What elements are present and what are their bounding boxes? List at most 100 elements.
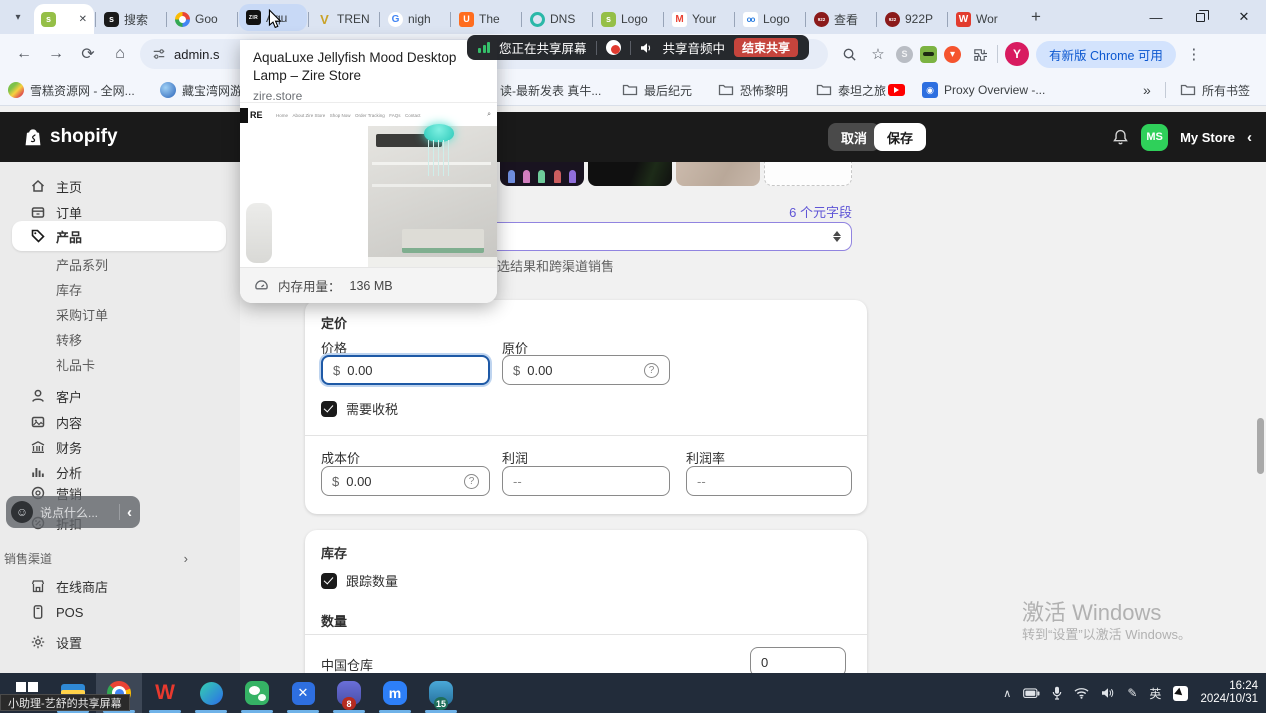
battery-icon[interactable] — [1023, 688, 1040, 699]
sidebar-item-customers[interactable]: 客户 — [0, 383, 240, 409]
touch-keyboard-icon[interactable] — [1173, 686, 1188, 701]
bookmarks-overflow-chevron[interactable]: » — [1143, 80, 1151, 100]
sidebar-item-inventory[interactable]: 库存 — [0, 276, 240, 302]
ime-indicator[interactable]: 英 — [1149, 685, 1161, 702]
tab-922p[interactable]: 922 922P — [878, 4, 946, 34]
tab-active-shopify[interactable]: s ✕ — [34, 4, 94, 34]
profit-input[interactable] — [513, 474, 659, 489]
taskbar-app-badge-15[interactable]: 15 — [418, 673, 464, 713]
pen-icon[interactable]: ✎ — [1127, 686, 1137, 700]
microphone-icon[interactable] — [1052, 686, 1062, 700]
margin-field[interactable] — [686, 466, 852, 496]
sidebar-item-content[interactable]: 内容 — [0, 409, 240, 435]
bookmark-item[interactable]: 读-最新发表 真牛... — [500, 80, 601, 100]
cancel-button[interactable]: 取消 — [828, 123, 880, 151]
collapse-chevron-icon[interactable]: ‹ — [1247, 129, 1252, 146]
tab-search[interactable]: s 搜索 — [97, 4, 165, 34]
price-field[interactable]: $ — [321, 355, 490, 385]
checkbox-checked-icon[interactable] — [321, 401, 337, 417]
help-icon[interactable]: ? — [464, 474, 479, 489]
quantity-field[interactable] — [750, 647, 846, 673]
tab-logo-1[interactable]: s Logo — [594, 4, 662, 34]
tab-goo[interactable]: Goo — [168, 4, 236, 34]
menu-dots-icon[interactable]: ⋮ — [1183, 43, 1205, 65]
bookmark-folder[interactable]: 泰坦之旅 — [816, 80, 886, 100]
taskbar-clock[interactable]: 16:24 2024/10/31 — [1200, 680, 1258, 706]
quantity-input[interactable] — [761, 655, 835, 670]
metafields-link[interactable]: 6 个元字段 — [789, 202, 852, 221]
shopify-logo[interactable]: shopify — [22, 126, 118, 148]
stop-share-button[interactable]: 结束共享 — [734, 38, 798, 57]
bookmark-item[interactable]: ◉ Proxy Overview -... — [922, 80, 1045, 100]
sidebar-item-finance[interactable]: 财务 — [0, 434, 240, 460]
volume-icon[interactable] — [1101, 687, 1115, 699]
back-button[interactable]: ← — [8, 38, 40, 70]
tab-the[interactable]: U The — [452, 4, 520, 34]
bookmark-item[interactable]: 雪糕资源网 - 全网... — [8, 80, 135, 100]
tab-logo-2[interactable]: oo Logo — [736, 4, 804, 34]
minimize-button[interactable]: — — [1134, 0, 1178, 34]
extension-glasses-icon[interactable] — [920, 46, 937, 63]
tab-your[interactable]: M Your — [665, 4, 733, 34]
cost-field[interactable]: $ ? — [321, 466, 490, 496]
search-icon[interactable] — [838, 43, 860, 65]
forward-button[interactable]: → — [40, 38, 72, 70]
compare-price-input[interactable] — [527, 363, 638, 378]
tray-expand-icon[interactable]: ∧ — [1003, 687, 1011, 700]
help-icon[interactable]: ? — [644, 363, 659, 378]
close-button[interactable]: ✕ — [1222, 0, 1266, 34]
sidebar-item-purchase-orders[interactable]: 采购订单 — [0, 301, 240, 327]
taskbar-wechat[interactable] — [234, 673, 280, 713]
extension-gray-icon[interactable]: S — [896, 46, 913, 63]
save-button[interactable]: 保存 — [874, 123, 926, 151]
profile-avatar[interactable]: Y — [1005, 42, 1029, 66]
tab-nigh[interactable]: G nigh — [381, 4, 449, 34]
extensions-puzzle-icon[interactable] — [968, 43, 990, 65]
taskbar-wps[interactable]: W — [142, 673, 188, 713]
extension-download-icon[interactable]: ▾ — [944, 46, 961, 63]
tab-chakan[interactable]: 922 查看 — [807, 4, 875, 34]
assistant-widget[interactable]: ☺ 说点什么... ‹ — [6, 496, 140, 528]
tab-wor[interactable]: W Wor — [949, 4, 1017, 34]
restore-button[interactable] — [1178, 0, 1222, 34]
assistant-placeholder[interactable]: 说点什么... — [40, 504, 112, 521]
sidebar-item-transfers[interactable]: 转移 — [0, 326, 240, 352]
sidebar-item-gift-cards[interactable]: 礼品卡 — [0, 351, 240, 377]
sidebar-item-collections[interactable]: 产品系列 — [0, 251, 240, 277]
bookmark-youtube[interactable] — [888, 80, 911, 100]
home-button[interactable]: ⌂ — [104, 38, 136, 70]
bookmark-folder[interactable]: 最后纪元 — [622, 80, 692, 100]
price-input[interactable] — [347, 363, 478, 378]
compare-price-field[interactable]: $ ? — [502, 355, 670, 385]
checkbox-checked-icon[interactable] — [321, 573, 337, 589]
sidebar-item-settings[interactable]: 设置 — [0, 629, 240, 655]
taskbar-x-app[interactable]: ✕ — [280, 673, 326, 713]
new-tab-button[interactable]: + — [1023, 4, 1049, 30]
sidebar-item-pos[interactable]: POS — [0, 599, 240, 625]
assistant-collapse-icon[interactable]: ‹ — [127, 504, 132, 521]
track-quantity-row[interactable]: 跟踪数量 — [321, 571, 398, 590]
tab-tren[interactable]: V TREN — [310, 4, 378, 34]
tab-dns[interactable]: DNS — [523, 4, 591, 34]
tab-close-icon[interactable]: ✕ — [79, 14, 87, 25]
taskbar-docs[interactable] — [188, 673, 234, 713]
wifi-icon[interactable] — [1074, 687, 1089, 699]
bookmark-item[interactable]: 藏宝湾网游 — [160, 80, 242, 100]
bookmark-folder[interactable]: 恐怖黎明 — [718, 80, 788, 100]
margin-input[interactable] — [697, 474, 841, 489]
sidebar-item-products[interactable]: 产品 — [0, 223, 240, 249]
sidebar-item-online-store[interactable]: 在线商店 — [0, 573, 240, 599]
all-bookmarks[interactable]: 所有书签 — [1180, 80, 1250, 100]
site-info-tune-icon[interactable] — [152, 47, 166, 61]
sidebar-item-home[interactable]: 主页 — [0, 173, 240, 199]
profit-field[interactable] — [502, 466, 670, 496]
page-scrollbar-thumb[interactable] — [1257, 418, 1264, 474]
taskbar-app-badge-8[interactable]: 8 — [326, 673, 372, 713]
store-avatar[interactable]: MS — [1141, 124, 1168, 151]
tab-search-chevron-icon[interactable]: ▾ — [6, 5, 30, 29]
notification-bell-icon[interactable] — [1112, 129, 1129, 146]
reload-button[interactable]: ⟳ — [72, 38, 104, 70]
sales-channels-header[interactable]: 销售渠道 › — [4, 550, 236, 567]
taskbar-meeting[interactable]: m — [372, 673, 418, 713]
chrome-update-chip[interactable]: 有新版 Chrome 可用 — [1036, 41, 1176, 68]
